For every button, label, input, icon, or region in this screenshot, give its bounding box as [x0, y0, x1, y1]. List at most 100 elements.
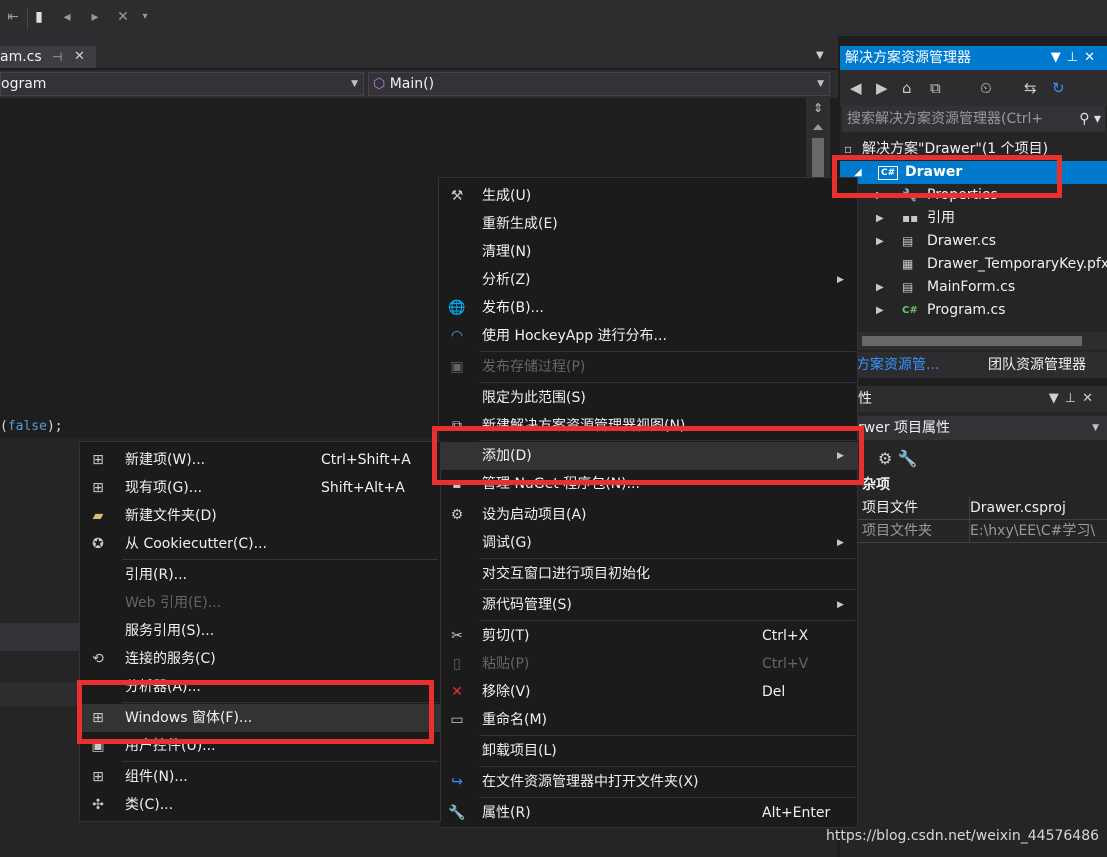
tree-item-temporary-key[interactable]: ▦ Drawer_TemporaryKey.pfx	[840, 253, 1107, 276]
menu-item-connected-service[interactable]: ⟲ 连接的服务(C)	[80, 645, 440, 673]
menu-item-service-reference[interactable]: 服务引用(S)...	[80, 617, 440, 645]
menu-item-label: 发布(B)...	[482, 300, 544, 316]
window-menu-icon[interactable]: ▼	[1051, 50, 1067, 65]
menu-item-label: 卸载项目(L)	[482, 743, 557, 759]
switch-views-icon[interactable]: ⧉	[930, 79, 941, 97]
menu-item-analyze[interactable]: 分析(Z) ▶	[439, 266, 857, 294]
build-icon: ⚒	[450, 188, 464, 204]
menu-item-set-startup[interactable]: ⚙ 设为启动项目(A)	[439, 501, 857, 529]
pin-icon[interactable]: ⊥	[1065, 391, 1082, 406]
menu-item-unload-project[interactable]: 卸载项目(L)	[439, 737, 857, 765]
tab-list-dropdown-icon[interactable]: ▼	[816, 50, 824, 61]
menu-item-shortcut: Ctrl+Shift+A	[321, 452, 411, 468]
scroll-up-icon[interactable]	[813, 124, 823, 130]
tab-team-explorer[interactable]: 团队资源管理器	[988, 352, 1086, 378]
menu-item-build[interactable]: ⚒ 生成(U)	[439, 182, 857, 210]
menu-item-properties[interactable]: 🔧 属性(R) Alt+Enter	[439, 799, 857, 827]
solution-explorer-horizontal-scrollbar[interactable]	[840, 332, 1107, 350]
home-icon[interactable]: ⌂	[902, 79, 912, 97]
close-icon[interactable]: ✕	[74, 46, 85, 68]
menu-separator	[479, 797, 855, 798]
sync-icon[interactable]: ⇆	[1024, 79, 1037, 97]
menu-item-cut[interactable]: ✂ 剪切(T) Ctrl+X	[439, 622, 857, 650]
clear-bookmarks-icon[interactable]: ✕	[114, 8, 132, 26]
menu-item-debug[interactable]: 调试(G) ▶	[439, 529, 857, 557]
properties-title-bar: 性 ▼⊥✕	[840, 386, 1107, 412]
properties-category[interactable]: 杂项	[840, 474, 1107, 496]
menu-item-label: 生成(U)	[482, 188, 532, 204]
menu-item-existing-item[interactable]: ⊞ 现有项(G)... Shift+Alt+A	[80, 474, 440, 502]
menu-item-label: 清理(N)	[482, 244, 532, 260]
menu-item-component[interactable]: ⊞ 组件(N)...	[80, 763, 440, 791]
tree-item-drawer-cs[interactable]: ▶ ▤ Drawer.cs	[840, 230, 1107, 253]
menu-item-scope-to-this[interactable]: 限定为此范围(S)	[439, 384, 857, 412]
menu-item-new-item[interactable]: ⊞ 新建项(W)... Ctrl+Shift+A	[80, 446, 440, 474]
menu-item-rebuild[interactable]: 重新生成(E)	[439, 210, 857, 238]
property-pages-icon[interactable]: ⚙	[878, 449, 892, 468]
wrench-icon: 🔧	[448, 805, 466, 821]
property-key: 项目文件夹	[862, 523, 932, 539]
tree-item-references[interactable]: ▶ ▪▪ 引用	[840, 207, 1107, 230]
menu-item-remove[interactable]: ✕ 移除(V) Del	[439, 678, 857, 706]
expand-icon[interactable]: ▶	[876, 207, 884, 230]
add-submenu: ⊞ 新建项(W)... Ctrl+Shift+A ⊞ 现有项(G)... Shift+A…	[79, 441, 441, 822]
menu-item-shortcut: Shift+Alt+A	[321, 480, 405, 496]
outdent-icon[interactable]: ⇤	[4, 8, 22, 26]
pin-icon[interactable]: ⊣	[52, 46, 62, 68]
scrollbar-thumb[interactable]	[862, 336, 1082, 346]
menu-item-class[interactable]: ✣ 类(C)...	[80, 791, 440, 819]
member-dropdown[interactable]: ⬡ Main() ▼	[368, 72, 830, 96]
watermark: https://blog.csdn.net/weixin_44576486	[826, 828, 1100, 844]
toolbar-overflow-icon[interactable]: ▾	[136, 8, 154, 26]
tree-item-mainform-cs[interactable]: ▶ ▤ MainForm.cs	[840, 276, 1107, 299]
solution-explorer-search-input[interactable]: 搜索解决方案资源管理器(Ctrl+ ⚲ ▾	[842, 106, 1105, 132]
tab-program-cs[interactable]: am.cs ⊣ ✕	[0, 46, 96, 68]
code-line: (false);	[0, 419, 63, 434]
properties-title: 性	[858, 391, 872, 407]
wrench-icon[interactable]: 🔧	[897, 449, 917, 468]
properties-object-dropdown[interactable]: rwer 项目属性 ▼	[840, 416, 1107, 440]
code-keyword: false	[7, 419, 47, 434]
connected-service-icon: ⟲	[92, 651, 104, 667]
expand-icon[interactable]: ▶	[876, 276, 884, 299]
menu-item-web-reference: Web 引用(E)...	[80, 589, 440, 617]
property-row[interactable]: 项目文件夹 E:\hxy\EE\C#学习\	[840, 520, 1107, 543]
tree-item-program-cs[interactable]: ▶ C# Program.cs	[840, 299, 1107, 322]
split-window-icon[interactable]: ⇕	[811, 100, 825, 116]
menu-item-source-control[interactable]: 源代码管理(S) ▶	[439, 591, 857, 619]
tab-solution-explorer[interactable]: 决方案资源管...	[840, 352, 972, 378]
menu-item-init-interactive[interactable]: 对交互窗口进行项目初始化	[439, 560, 857, 588]
search-icon[interactable]: ⚲ ▾	[1075, 106, 1101, 132]
csharp-file-icon: C#	[902, 305, 918, 316]
menu-item-rename[interactable]: ▭ 重命名(M)	[439, 706, 857, 734]
menu-item-clean[interactable]: 清理(N)	[439, 238, 857, 266]
pin-icon[interactable]: ⊥	[1067, 50, 1084, 65]
expand-icon[interactable]: ▶	[876, 230, 884, 253]
forward-icon[interactable]: ▶	[876, 79, 888, 97]
menu-item-open-in-explorer[interactable]: ↪ 在文件资源管理器中打开文件夹(X)	[439, 768, 857, 796]
type-dropdown[interactable]: ogram ▼	[0, 72, 364, 96]
next-bookmark-icon[interactable]: ▸	[86, 8, 104, 26]
close-icon[interactable]: ✕	[1082, 391, 1099, 406]
close-icon[interactable]: ✕	[1084, 50, 1101, 65]
expand-icon[interactable]: ▶	[876, 299, 884, 322]
menu-item-reference[interactable]: 引用(R)...	[80, 561, 440, 589]
property-value: Drawer.csproj	[969, 497, 1107, 520]
pending-changes-icon[interactable]: ⏲	[980, 79, 992, 97]
menu-item-new-folder[interactable]: ▰ 新建文件夹(D)	[80, 502, 440, 530]
window-menu-icon[interactable]: ▼	[1049, 391, 1065, 406]
db-publish-icon: ▣	[450, 359, 464, 375]
bookmark-icon[interactable]: ▮	[30, 8, 48, 26]
menu-separator	[479, 735, 855, 736]
menu-item-publish[interactable]: 🌐 发布(B)...	[439, 294, 857, 322]
prev-bookmark-icon[interactable]: ◂	[58, 8, 76, 26]
menu-item-label: 新建文件夹(D)	[125, 508, 217, 524]
menu-item-label: Web 引用(E)...	[125, 595, 222, 611]
menu-item-label: 限定为此范围(S)	[482, 390, 586, 406]
menu-item-hockeyapp[interactable]: ◠ 使用 HockeyApp 进行分布...	[439, 322, 857, 350]
rename-icon: ▭	[450, 712, 464, 728]
back-icon[interactable]: ◀	[850, 79, 862, 97]
menu-item-cookiecutter[interactable]: ✪ 从 Cookiecutter(C)...	[80, 530, 440, 558]
property-row[interactable]: 项目文件 Drawer.csproj	[840, 497, 1107, 520]
refresh-icon[interactable]: ↻	[1052, 79, 1065, 97]
